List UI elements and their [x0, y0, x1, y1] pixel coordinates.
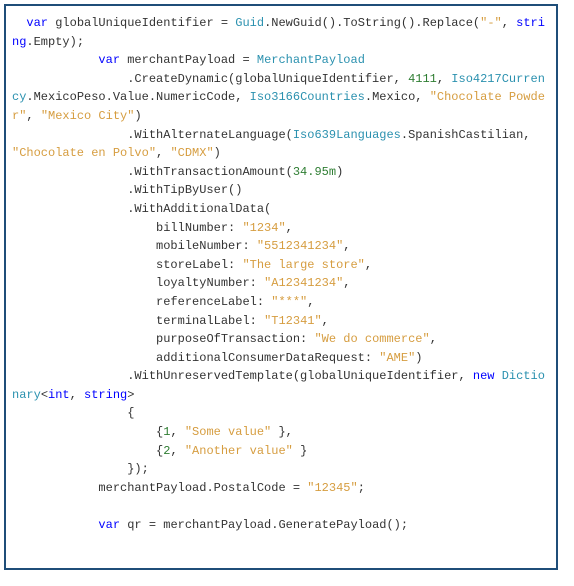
string-literal: "The large store" [242, 258, 364, 272]
tail: .MexicoPeso.Value.NumericCode, [26, 90, 249, 104]
call: .WithTransactionAmount( [12, 165, 293, 179]
stmt: merchantPayload.PostalCode = [12, 481, 307, 495]
string-literal: "Chocolate en Polvo" [12, 146, 156, 160]
stmt: qr = merchantPayload.GeneratePayload(); [120, 518, 408, 532]
call: .WithAlternateLanguage( [12, 128, 293, 142]
kw-var: var [98, 53, 120, 67]
type: Guid [235, 16, 264, 30]
arg: storeLabel: [12, 258, 242, 272]
kw-var: var [26, 16, 48, 30]
string-literal: "Mexico City" [41, 109, 135, 123]
arg: billNumber: [12, 221, 242, 235]
ident: merchantPayload [127, 53, 235, 67]
brace: }); [12, 462, 149, 476]
brace: { [12, 406, 134, 420]
arg: mobileNumber: [12, 239, 257, 253]
call: .WithTipByUser() [12, 183, 242, 197]
string-literal: "12345" [307, 481, 357, 495]
string-literal: "AME" [379, 351, 415, 365]
ident: globalUniqueIdentifier [55, 16, 213, 30]
call: .WithAdditionalData( [12, 202, 271, 216]
string-literal: "T12341" [264, 314, 322, 328]
arg: referenceLabel: [12, 295, 271, 309]
string-literal: "CDMX" [170, 146, 213, 160]
string-literal: "-" [480, 16, 502, 30]
tail: .SpanishCastilian, [401, 128, 538, 142]
number-literal: 34.95m [293, 165, 336, 179]
indent [12, 518, 98, 532]
kw-int: int [48, 388, 70, 402]
entry: { [12, 444, 163, 458]
tail: .Mexico, [365, 90, 430, 104]
type: Iso639Languages [293, 128, 401, 142]
arg: purposeOfTransaction: [12, 332, 314, 346]
number-literal: 1 [163, 425, 170, 439]
code-block: var globalUniqueIdentifier = Guid.NewGui… [12, 14, 550, 535]
string-literal: "Another value" [185, 444, 293, 458]
arg: loyaltyNumber: [12, 276, 264, 290]
entry-end: }, [271, 425, 293, 439]
kw-new: new [473, 369, 495, 383]
call: .NewGuid().ToString().Replace( [264, 16, 480, 30]
string-literal: "Some value" [185, 425, 271, 439]
number-literal: 2 [163, 444, 170, 458]
number-literal: 4111 [408, 72, 437, 86]
kw-string: string [84, 388, 127, 402]
call: .Empty); [26, 35, 84, 49]
string-literal: "We do commerce" [314, 332, 429, 346]
call: .CreateDynamic(globalUniqueIdentifier, [12, 72, 408, 86]
string-literal: "***" [271, 295, 307, 309]
entry-end: } [293, 444, 307, 458]
string-literal: "5512341234" [257, 239, 343, 253]
arg: terminalLabel: [12, 314, 264, 328]
call: .WithUnreservedTemplate(globalUniqueIden… [12, 369, 473, 383]
string-literal: "1234" [242, 221, 285, 235]
kw-var: var [98, 518, 120, 532]
string-literal: "A12341234" [264, 276, 343, 290]
arg: additionalConsumerDataRequest: [12, 351, 379, 365]
type: Iso3166Countries [250, 90, 365, 104]
code-frame: var globalUniqueIdentifier = Guid.NewGui… [4, 4, 558, 570]
entry: { [12, 425, 163, 439]
type: MerchantPayload [257, 53, 365, 67]
